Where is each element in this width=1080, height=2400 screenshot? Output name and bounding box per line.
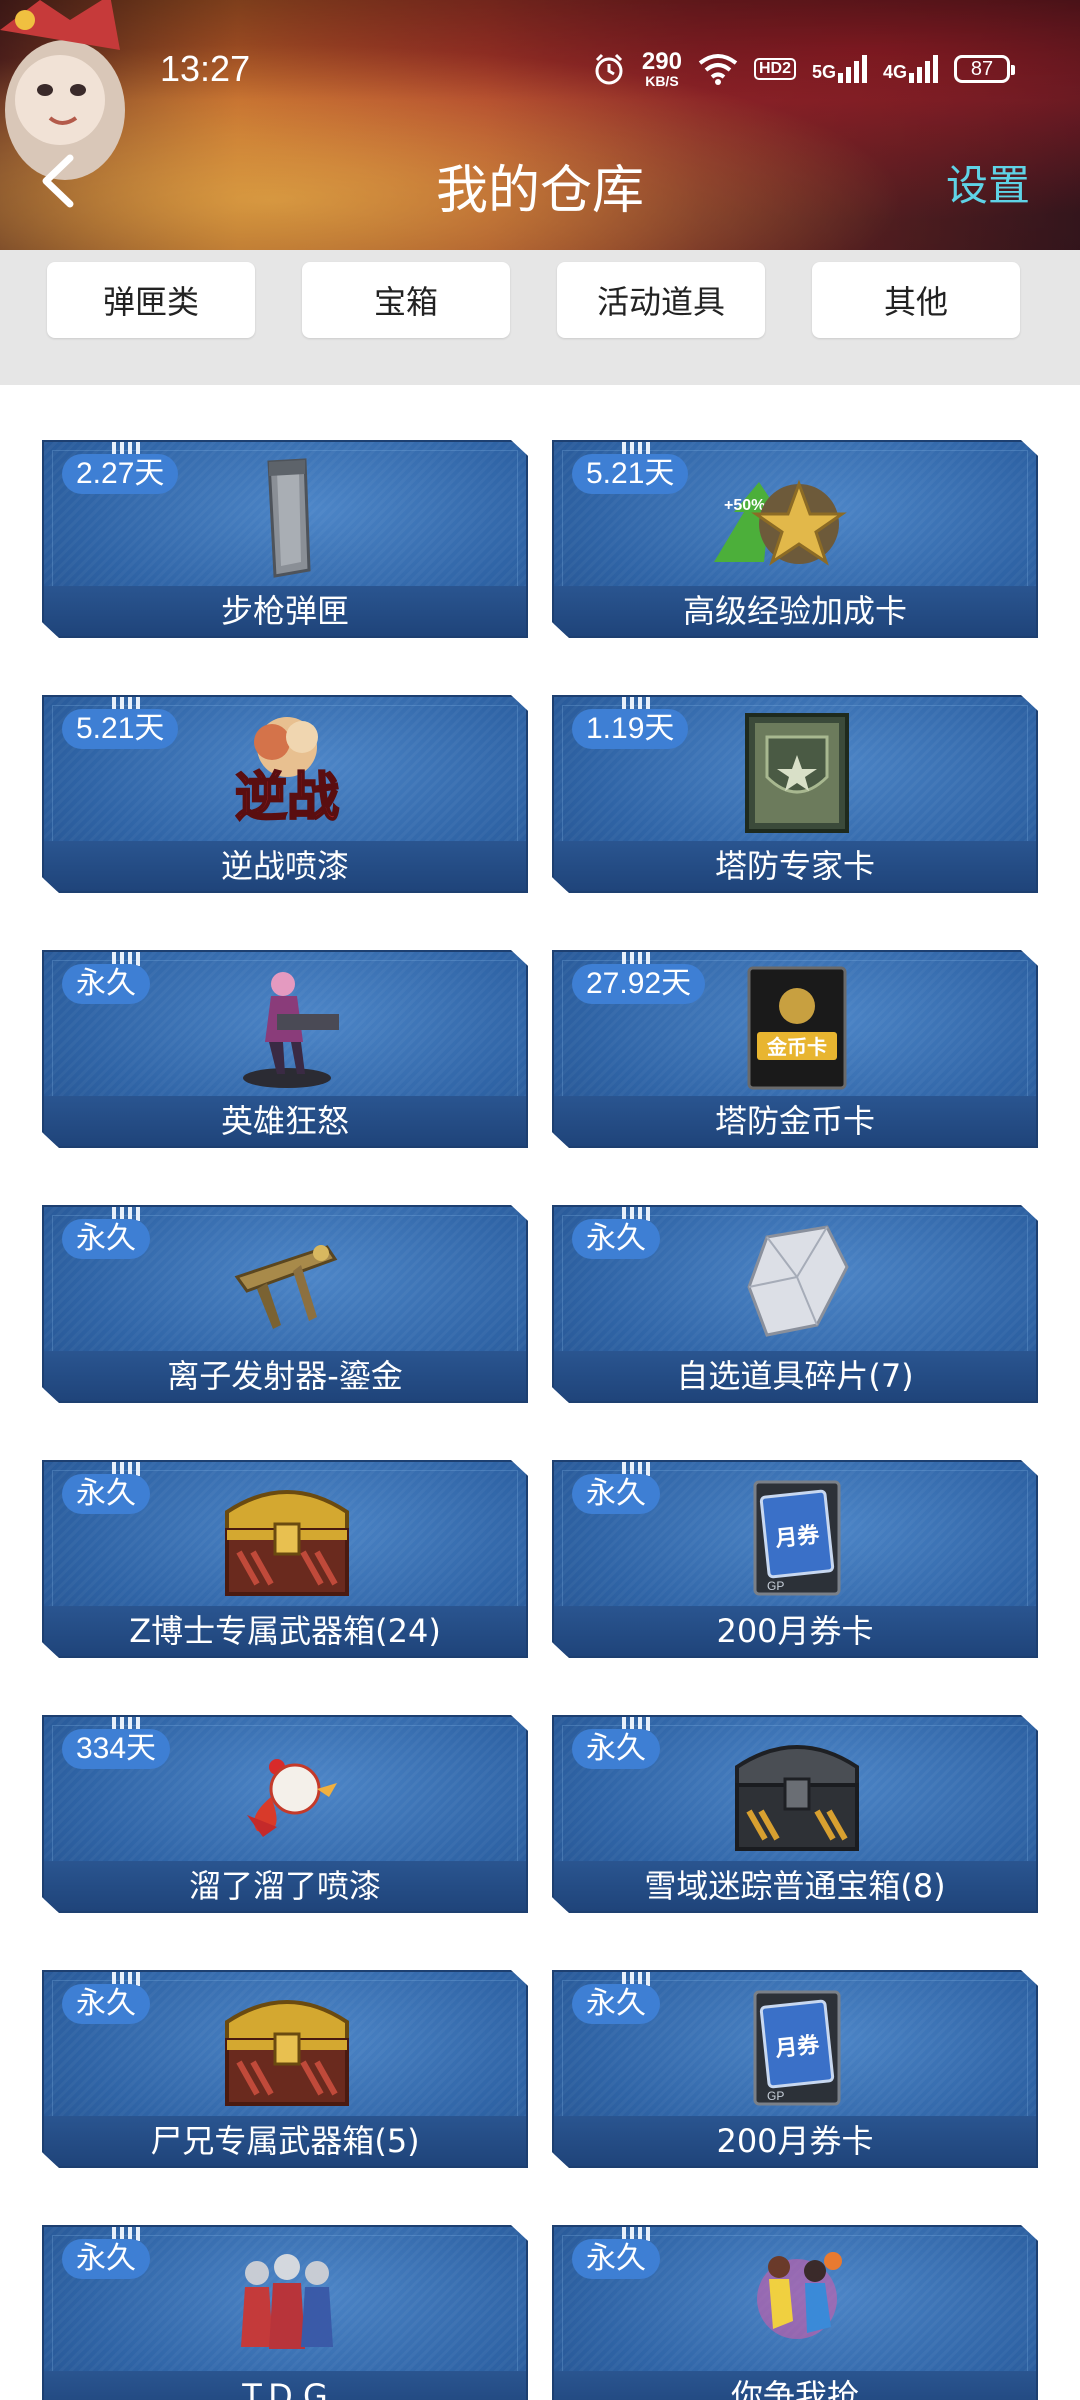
inventory-item[interactable]: 永久 T.D.G — [42, 2225, 528, 2400]
item-name: 高级经验加成卡 — [554, 586, 1036, 636]
month-voucher-card-icon: 月券 GP — [753, 1990, 841, 2106]
svg-text:+50%: +50% — [724, 497, 765, 514]
hero-figure-icon — [243, 972, 339, 1088]
duration-badge: 永久 — [572, 1729, 660, 1769]
inventory-item[interactable]: 5.21天 逆战 逆战喷漆 — [42, 695, 528, 893]
tower-defense-expert-card-icon — [745, 713, 849, 833]
item-name: 尸兄专属武器箱(5) — [44, 2116, 526, 2166]
inventory-item[interactable]: 1.19天 塔防专家卡 — [552, 695, 1038, 893]
inventory-item[interactable]: 永久 英雄狂怒 — [42, 950, 528, 1148]
duration-badge: 1.19天 — [572, 709, 689, 749]
inventory-item[interactable]: 永久 月券 GP 200月券卡 — [552, 1460, 1038, 1658]
hd-icon: HD2 — [753, 58, 796, 80]
status-bar: 13:27 290 KB/S HD2 5G 4G 87 — [0, 0, 1080, 105]
item-name: 200月券卡 — [554, 2116, 1036, 2166]
tab-event-items[interactable]: 活动道具 — [557, 262, 765, 338]
inventory-item[interactable]: 27.92天 金币卡 塔防金币卡 — [552, 950, 1038, 1148]
duration-badge: 5.21天 — [62, 709, 179, 749]
duration-badge: 27.92天 — [572, 964, 706, 1004]
gold-chest-icon — [225, 1490, 349, 1596]
category-tabs: 弹匣类 宝箱 活动道具 其他 — [0, 250, 1080, 385]
inventory-item[interactable]: 5.21天 +50% 高级经验加成卡 — [552, 440, 1038, 638]
inventory-item[interactable]: 永久 离子发射器-鎏金 — [42, 1205, 528, 1403]
duration-badge: 永久 — [62, 1219, 150, 1259]
duration-badge: 永久 — [62, 964, 150, 1004]
svg-text:月券: 月券 — [773, 2032, 821, 2063]
item-name: 塔防专家卡 — [554, 841, 1036, 891]
inventory-item[interactable]: 永久 自选道具碎片(7) — [552, 1205, 1038, 1403]
inventory-item[interactable]: 永久 你争我抢 — [552, 2225, 1038, 2400]
inventory-item[interactable]: 334天 溜了溜了喷漆 — [42, 1715, 528, 1913]
svg-text:月券: 月券 — [773, 1522, 821, 1553]
gold-coin-card-icon: 金币卡 — [747, 966, 847, 1090]
tab-others[interactable]: 其他 — [812, 262, 1020, 338]
signal-5g-icon: 5G — [812, 55, 867, 83]
nizhan-spray-icon: 逆战 — [234, 717, 340, 829]
wifi-icon — [698, 54, 738, 85]
rooster-spray-icon — [247, 1759, 337, 1837]
item-name: 200月券卡 — [554, 1606, 1036, 1656]
inventory-item[interactable]: 永久 月券 GP 200月券卡 — [552, 1970, 1038, 2168]
inventory-item[interactable]: 2.27天 步枪弹匣 — [42, 440, 528, 638]
item-name: 雪域迷踪普通宝箱(8) — [554, 1861, 1036, 1911]
item-name: 离子发射器-鎏金 — [44, 1351, 526, 1401]
svg-text:逆战: 逆战 — [235, 768, 339, 828]
signal-4g-icon: 4G — [883, 55, 938, 83]
basketball-players-icon — [757, 2252, 842, 2339]
item-name: 步枪弹匣 — [44, 586, 526, 636]
duration-badge: 2.27天 — [62, 454, 179, 494]
duration-badge: 永久 — [62, 1474, 150, 1514]
tab-magazines[interactable]: 弹匣类 — [47, 262, 255, 338]
net-speed: 290 KB/S — [641, 48, 682, 89]
inventory-item[interactable]: 永久 尸兄专属武器箱(5) — [42, 1970, 528, 2168]
item-name: 逆战喷漆 — [44, 841, 526, 891]
item-name: Z博士专属武器箱(24) — [44, 1606, 526, 1656]
item-name: 英雄狂怒 — [44, 1096, 526, 1146]
item-name: T.D.G — [44, 2371, 526, 2400]
item-name: 自选道具碎片(7) — [554, 1351, 1036, 1401]
duration-badge: 永久 — [572, 1219, 660, 1259]
status-time: 13:27 — [160, 48, 251, 89]
gold-chest-icon — [225, 2000, 349, 2106]
rifle-magazine-icon — [267, 458, 311, 578]
exp-boost-star-icon: +50% — [714, 479, 847, 566]
ion-launcher-icon — [234, 1245, 338, 1329]
alarm-icon — [595, 53, 623, 85]
inventory-item[interactable]: 永久 雪域迷踪普通宝箱(8) — [552, 1715, 1038, 1913]
month-voucher-card-icon: 月券 GP — [753, 1480, 841, 1596]
tab-chests[interactable]: 宝箱 — [302, 262, 510, 338]
item-name: 你争我抢 — [554, 2371, 1036, 2400]
duration-badge: 永久 — [62, 1984, 150, 2024]
ultraman-trio-icon — [241, 2254, 333, 2349]
dark-chest-icon — [735, 1745, 859, 1851]
duration-badge: 永久 — [572, 1984, 660, 2024]
duration-badge: 永久 — [572, 1474, 660, 1514]
battery-icon: 87 — [954, 55, 1015, 83]
inventory-grid: 2.27天 步枪弹匣 5.21天 +50% 高级经验加成卡 5.21天 逆战 逆… — [0, 385, 1080, 2400]
item-name: 溜了溜了喷漆 — [44, 1861, 526, 1911]
crystal-shard-icon — [747, 1225, 849, 1337]
svg-text:GP: GP — [767, 1579, 784, 1593]
page-title: 我的仓库 — [435, 161, 644, 221]
inventory-item[interactable]: 永久 Z博士专属武器箱(24) — [42, 1460, 528, 1658]
svg-text:金币卡: 金币卡 — [766, 1035, 827, 1059]
svg-text:GP: GP — [767, 2089, 784, 2103]
item-name: 塔防金币卡 — [554, 1096, 1036, 1146]
duration-badge: 永久 — [572, 2239, 660, 2279]
duration-badge: 334天 — [62, 1729, 171, 1769]
settings-button[interactable]: 设置 — [946, 152, 1030, 213]
duration-badge: 永久 — [62, 2239, 150, 2279]
